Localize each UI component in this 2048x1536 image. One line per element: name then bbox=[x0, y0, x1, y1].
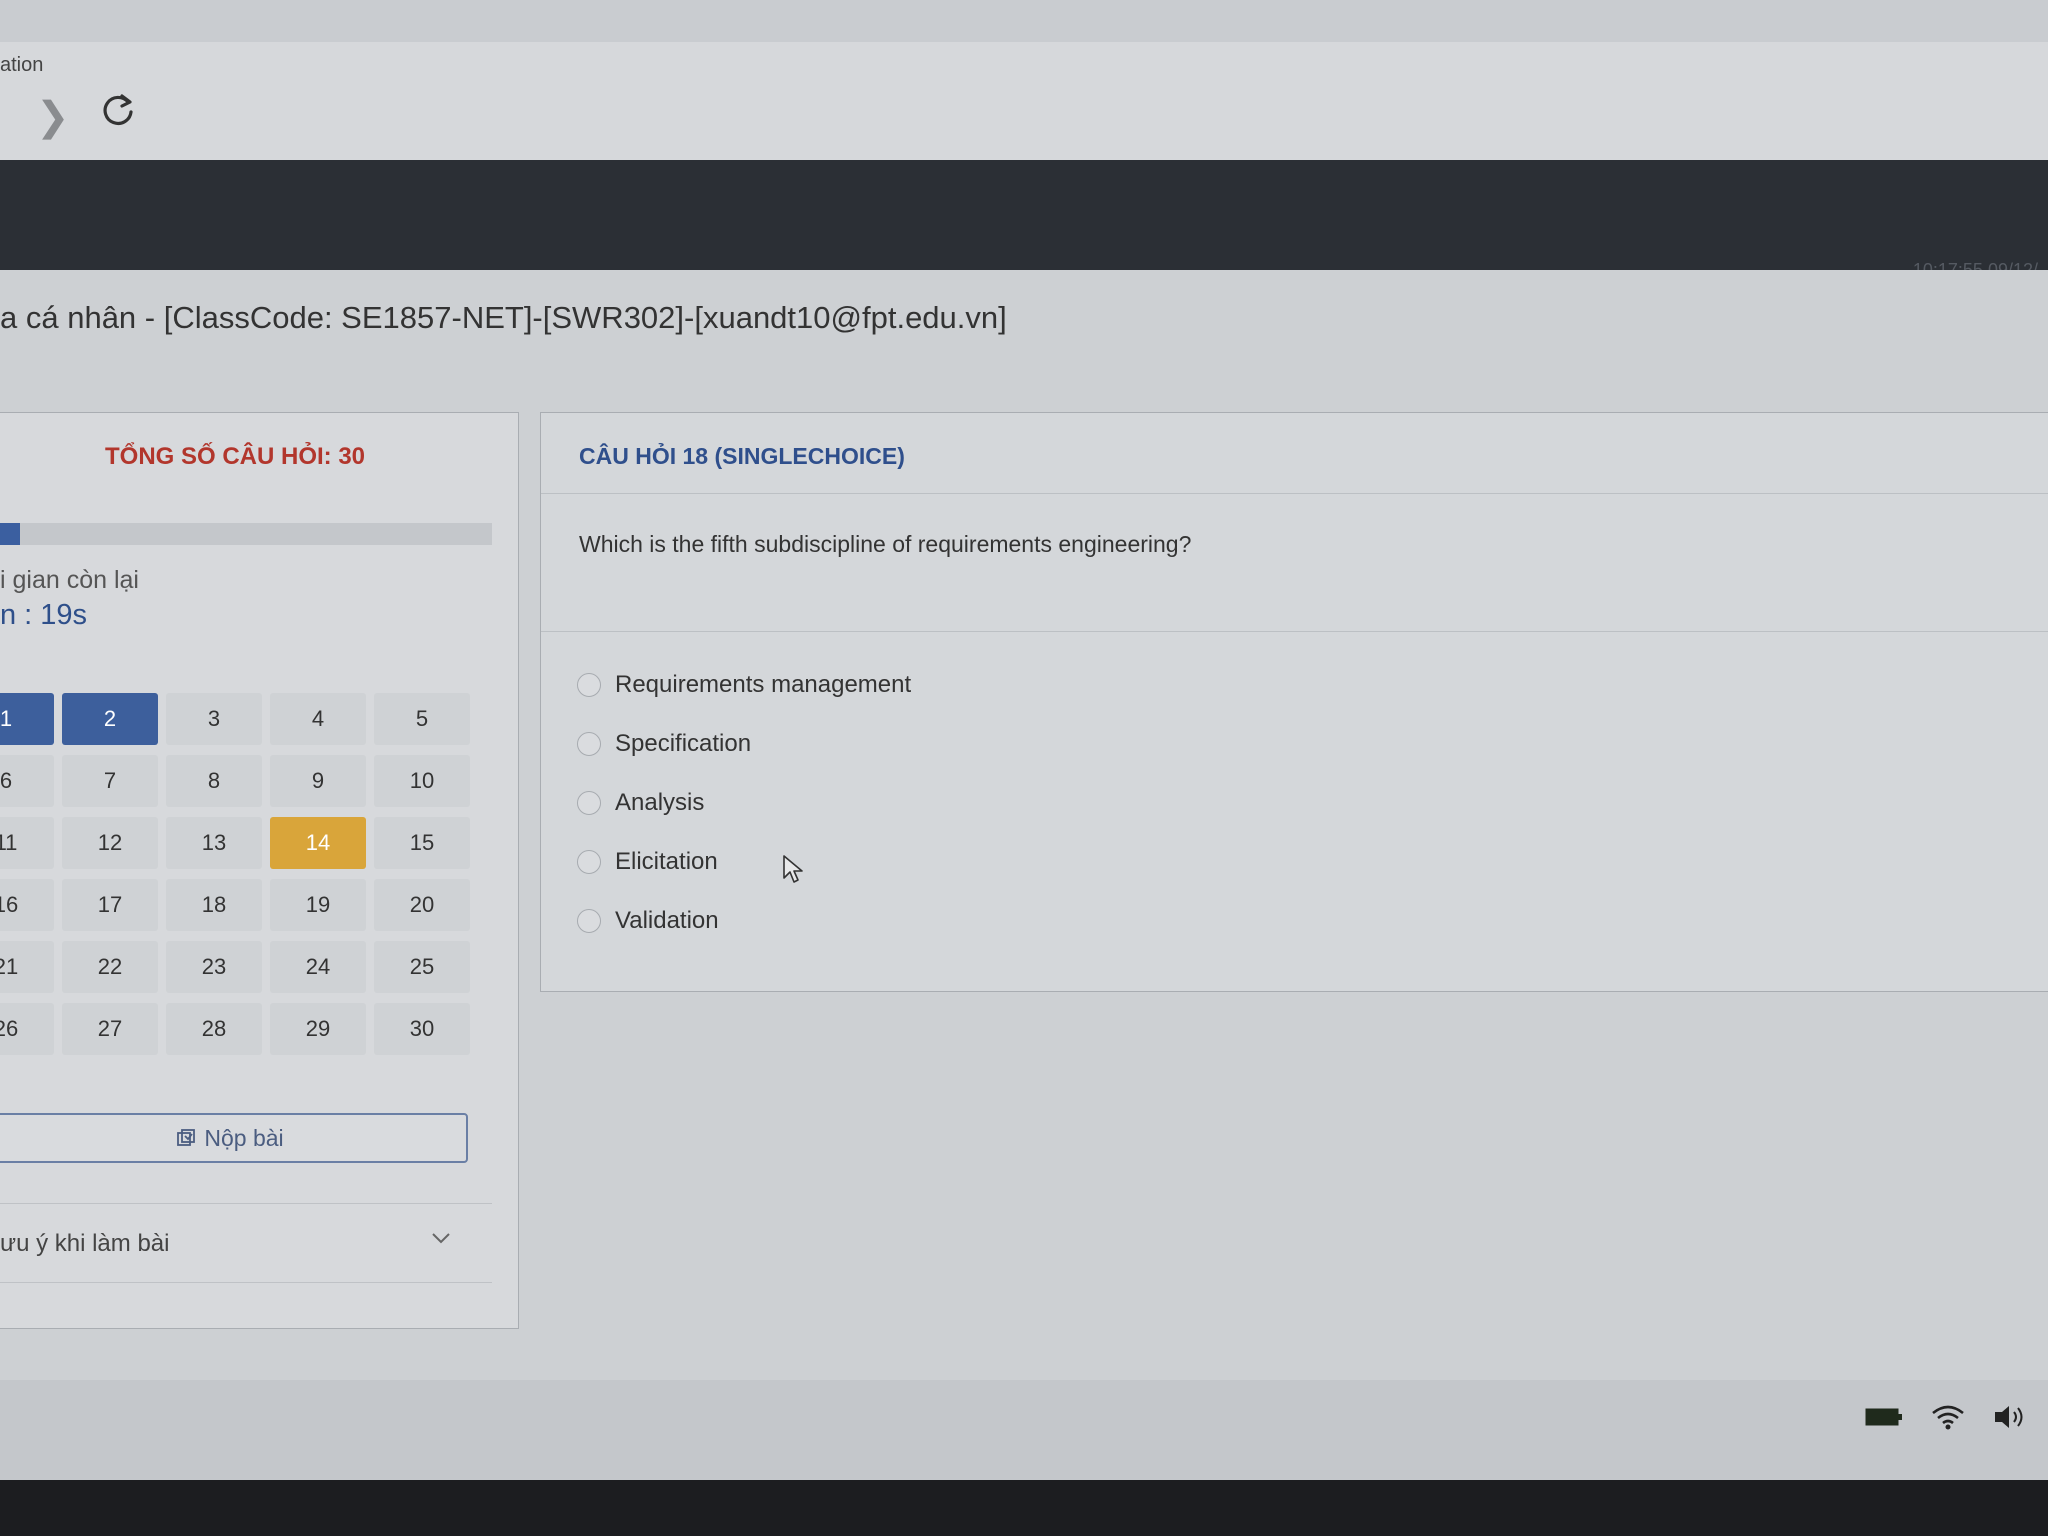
time-remaining-value: n : 19s bbox=[0, 599, 88, 631]
question-nav-button[interactable]: 3 bbox=[166, 693, 262, 745]
exam-notes-label: ưu ý khi làm bài bbox=[0, 1230, 170, 1257]
question-nav-button[interactable]: 26 bbox=[0, 1003, 54, 1055]
question-nav-button[interactable]: 5 bbox=[374, 693, 470, 745]
browser-tab-title[interactable]: ation bbox=[0, 54, 43, 77]
taskbar bbox=[0, 1380, 2048, 1480]
question-header: CÂU HỎI 18 (SINGLECHOICE) bbox=[541, 413, 2048, 494]
question-nav-button[interactable]: 17 bbox=[62, 879, 158, 931]
answer-option-label: Validation bbox=[615, 907, 719, 934]
question-number-label: CÂU HỎI 18 (SINGLECHOICE) bbox=[579, 443, 905, 469]
submit-icon bbox=[177, 1129, 196, 1146]
answer-option-label: Requirements management bbox=[615, 671, 912, 698]
question-nav-button[interactable]: 19 bbox=[270, 879, 366, 931]
question-nav-button[interactable]: 16 bbox=[0, 879, 54, 931]
mouse-cursor-icon bbox=[783, 855, 803, 883]
question-nav-button[interactable]: 4 bbox=[270, 693, 366, 745]
question-nav-button[interactable]: 14 bbox=[270, 817, 366, 869]
exam-content: a cá nhân - [ClassCode: SE1857-NET]-[SWR… bbox=[0, 270, 2048, 1380]
question-nav-button[interactable]: 22 bbox=[62, 941, 158, 993]
question-nav-button[interactable]: 7 bbox=[62, 755, 158, 807]
question-nav-button[interactable]: 2 bbox=[62, 693, 158, 745]
screen: ation ❯ 10:17:55 09/12/ a cá nhân - [Cla… bbox=[0, 0, 2048, 1480]
reload-icon[interactable] bbox=[98, 90, 138, 130]
question-nav-button[interactable]: 28 bbox=[166, 1003, 262, 1055]
browser-toolbar: ation ❯ bbox=[0, 42, 2048, 160]
question-nav-button[interactable]: 25 bbox=[374, 941, 470, 993]
answer-option[interactable]: Specification bbox=[577, 720, 911, 768]
answer-option-label: Analysis bbox=[615, 789, 705, 816]
question-nav-button[interactable]: 10 bbox=[374, 755, 470, 807]
chevron-down-icon[interactable] bbox=[430, 1230, 452, 1246]
question-nav-button[interactable]: 11 bbox=[0, 817, 54, 869]
radio-button[interactable] bbox=[577, 732, 601, 756]
radio-button[interactable] bbox=[577, 909, 601, 933]
question-grid: 1234567891011121314151617181920212223242… bbox=[0, 693, 478, 1055]
radio-button[interactable] bbox=[577, 850, 601, 874]
total-questions-label: TỔNG SỐ CÂU HỎI: 30 bbox=[105, 443, 366, 470]
answer-option[interactable]: Requirements management bbox=[577, 661, 911, 709]
progress-bar-fill bbox=[0, 523, 20, 545]
answer-option[interactable]: Analysis bbox=[577, 779, 911, 827]
time-remaining-label: i gian còn lại bbox=[0, 566, 139, 594]
radio-button[interactable] bbox=[577, 673, 601, 697]
question-nav-button[interactable]: 8 bbox=[166, 755, 262, 807]
question-nav-button[interactable]: 9 bbox=[270, 755, 366, 807]
progress-bar bbox=[0, 523, 492, 545]
submit-button[interactable]: Nộp bài bbox=[0, 1113, 468, 1163]
question-nav-button[interactable]: 24 bbox=[270, 941, 366, 993]
question-nav-button[interactable]: 27 bbox=[62, 1003, 158, 1055]
question-nav-button[interactable]: 23 bbox=[166, 941, 262, 993]
question-text: Which is the fifth subdiscipline of requ… bbox=[579, 531, 1192, 557]
answer-options: Requirements management Specification Anal… bbox=[577, 661, 911, 956]
answer-option-label: Elicitation bbox=[615, 848, 718, 875]
forward-arrow-icon[interactable]: ❯ bbox=[36, 94, 70, 140]
exam-notes-toggle[interactable]: ưu ý khi làm bài bbox=[0, 1203, 492, 1283]
question-nav-button[interactable]: 21 bbox=[0, 941, 54, 993]
question-panel: CÂU HỎI 18 (SINGLECHOICE) Which is the f… bbox=[540, 412, 2048, 992]
wifi-icon[interactable] bbox=[1930, 1402, 1966, 1432]
question-navigator-panel: TỔNG SỐ CÂU HỎI: 30 i gian còn lại n : 1… bbox=[0, 412, 519, 1329]
question-nav-button[interactable]: 18 bbox=[166, 879, 262, 931]
system-tray bbox=[1864, 1402, 2028, 1432]
question-nav-button[interactable]: 6 bbox=[0, 755, 54, 807]
battery-icon[interactable] bbox=[1864, 1405, 1904, 1429]
question-nav-button[interactable]: 12 bbox=[62, 817, 158, 869]
question-nav-button[interactable]: 30 bbox=[374, 1003, 470, 1055]
question-nav-button[interactable]: 29 bbox=[270, 1003, 366, 1055]
radio-button[interactable] bbox=[577, 791, 601, 815]
answer-option-label: Specification bbox=[615, 730, 752, 757]
question-nav-button[interactable]: 1 bbox=[0, 693, 54, 745]
exam-title: a cá nhân - [ClassCode: SE1857-NET]-[SWR… bbox=[0, 300, 1007, 335]
question-nav-button[interactable]: 20 bbox=[374, 879, 470, 931]
submit-button-label: Nộp bài bbox=[204, 1124, 284, 1151]
divider bbox=[541, 631, 2048, 632]
answer-option[interactable]: Validation bbox=[577, 897, 911, 945]
question-nav-button[interactable]: 13 bbox=[166, 817, 262, 869]
answer-option[interactable]: Elicitation bbox=[577, 838, 911, 886]
volume-icon[interactable] bbox=[1992, 1402, 2028, 1432]
question-nav-button[interactable]: 15 bbox=[374, 817, 470, 869]
